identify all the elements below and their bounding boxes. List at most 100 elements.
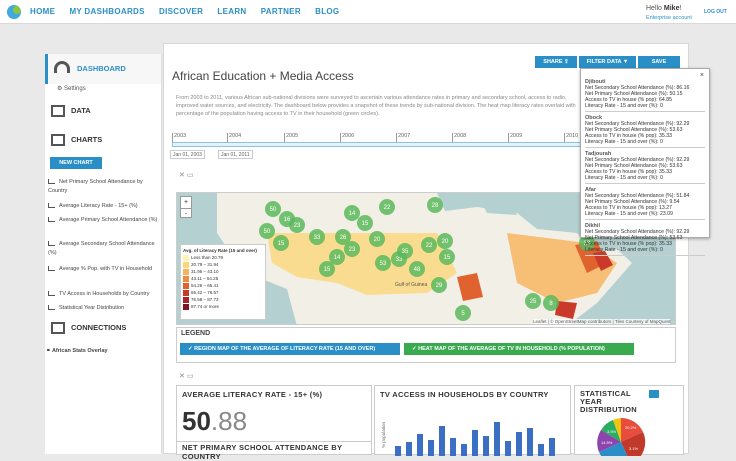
cluster-count: 14 — [334, 255, 341, 261]
filter-data-button[interactable]: FILTER DATA ▼ — [579, 56, 636, 68]
cluster-count: 22 — [426, 243, 433, 249]
cluster-count: 23 — [294, 223, 301, 229]
tv-cluster-marker[interactable]: 15 — [439, 249, 455, 265]
date-from-input[interactable]: Jan 01, 2003 — [170, 150, 205, 159]
user-name[interactable]: Mike — [664, 5, 680, 12]
nav-discover[interactable]: DISCOVER — [159, 7, 203, 16]
tv-bar[interactable] — [483, 436, 489, 456]
tv-cluster-marker[interactable]: 15 — [273, 235, 289, 251]
tv-bar[interactable] — [538, 444, 544, 456]
screen-icon[interactable]: ▭ — [187, 373, 194, 380]
tv-cluster-marker[interactable]: 26 — [335, 229, 351, 245]
tv-cluster-marker[interactable]: 35 — [397, 243, 413, 259]
tv-bar-chart: % population — [381, 421, 555, 456]
sidebar-item-settings[interactable]: ⚙ Settings — [57, 85, 86, 92]
legend-swatch — [183, 303, 189, 310]
zoom-control: + - — [180, 196, 192, 218]
tv-bar[interactable] — [494, 422, 500, 456]
tv-cluster-marker[interactable]: 15 — [319, 261, 335, 277]
logo-icon[interactable] — [7, 5, 21, 19]
tv-bar[interactable] — [516, 432, 522, 456]
legend-region-map-toggle[interactable]: ✓ REGION MAP OF THE AVERAGE OF LITERACY … — [180, 343, 400, 355]
tv-bar[interactable] — [417, 434, 423, 456]
tv-bar[interactable] — [527, 428, 533, 456]
sidebar-item-overlay[interactable]: ⚭ African Stats Overlay — [46, 347, 158, 356]
tv-bar[interactable] — [461, 444, 467, 456]
chart-item[interactable]: Statistical Year Distribution — [48, 304, 160, 313]
tv-cluster-marker[interactable]: 20 — [437, 233, 453, 249]
share-button[interactable]: SHARE ⇪ — [535, 56, 577, 68]
line-chart-icon — [48, 203, 55, 209]
cluster-count: 35 — [402, 249, 409, 255]
tv-cluster-marker[interactable]: 14 — [344, 205, 360, 221]
new-chart-button[interactable]: NEW CHART — [50, 157, 102, 169]
popup-entry: Afar Net Secondary School Attendance (%):… — [585, 187, 705, 220]
netprim-panel: NET PRIMARY SCHOOL ATTENDANCE BY COUNTRY — [176, 441, 372, 461]
sidebar-item-dashboard[interactable]: DASHBOARD — [45, 54, 161, 84]
nav-home[interactable]: HOME — [30, 7, 55, 16]
tv-cluster-marker[interactable]: 20 — [369, 231, 385, 247]
tv-cluster-marker[interactable]: 53 — [375, 255, 391, 271]
timeline-year: 2004 — [227, 133, 241, 142]
tv-cluster-marker[interactable]: 22 — [421, 237, 437, 253]
map-attribution[interactable]: Leaflet | © OpenStreetMap contributors |… — [533, 319, 671, 324]
date-to-input[interactable]: Jan 01, 2011 — [218, 150, 253, 159]
chart-item-label: Average % Pop. with TV in Household — [59, 266, 153, 272]
tv-cluster-marker[interactable]: 50 — [259, 223, 275, 239]
close-icon[interactable]: × — [700, 72, 704, 79]
cluster-count: 33 — [314, 235, 321, 241]
tv-bar[interactable] — [395, 446, 401, 456]
connections-icon — [51, 322, 65, 334]
zoom-out-button[interactable]: - — [181, 208, 191, 220]
chart-item[interactable]: Average Primary School Attendance (%) — [48, 216, 160, 225]
literacy-panel-title: AVERAGE LITERACY RATE - 15+ (%) — [182, 390, 323, 399]
overlay-label: African Stats Overlay — [51, 348, 108, 354]
close-icon[interactable]: ✕ — [179, 172, 185, 179]
screen-icon[interactable]: ▭ — [187, 172, 194, 179]
cluster-count: 15 — [362, 221, 369, 227]
nav-learn[interactable]: LEARN — [217, 7, 246, 16]
tv-bar[interactable] — [450, 438, 456, 456]
nav-partner[interactable]: PARTNER — [261, 7, 301, 16]
save-button[interactable]: SAVE — [638, 56, 680, 68]
chart-item[interactable]: Average % Pop. with TV in Household — [48, 265, 160, 274]
chart-item-label: TV Access in Households by Country — [59, 291, 150, 297]
tv-cluster-marker[interactable]: 29 — [431, 277, 447, 293]
sidebar-item-connections[interactable]: CONNECTIONS — [51, 322, 126, 334]
legend-swatch — [183, 282, 189, 289]
sidebar-item-charts[interactable]: CHARTS — [51, 134, 102, 146]
tv-cluster-marker[interactable]: 5 — [455, 305, 471, 321]
tv-cluster-marker[interactable]: 15 — [357, 215, 373, 231]
legend-label: 76.58 – 87.73 — [191, 297, 219, 302]
sidebar-item-data[interactable]: DATA — [51, 105, 91, 117]
tv-cluster-marker[interactable]: 28 — [427, 197, 443, 213]
account-type[interactable]: Enterprise account — [646, 15, 692, 21]
zoom-in-button[interactable]: + — [181, 197, 191, 208]
chart-item[interactable]: Net Primary School Attendance by Country — [48, 178, 160, 196]
chart-item-label: Statistical Year Distribution — [59, 305, 125, 311]
gulf-label: Gulf of Guinea — [395, 282, 427, 288]
chart-item[interactable]: Average Secondary School Attendance (%) — [48, 240, 160, 258]
chart-item[interactable]: TV Access in Households by Country — [48, 290, 160, 299]
chart-item-label: Average Secondary School Attendance (%) — [48, 241, 155, 256]
nav-blog[interactable]: BLOG — [315, 7, 339, 16]
popup-stat-line: Literacy Rate - 15 and over (%): 0 — [585, 175, 663, 181]
logout-link[interactable]: LOG OUT — [704, 9, 727, 15]
tv-bar[interactable] — [472, 430, 478, 456]
legend-heat-map-toggle[interactable]: ✓ HEAT MAP OF THE AVERAGE OF TV IN HOUSE… — [404, 343, 634, 355]
nav-my-dashboards[interactable]: MY DASHBOARDS — [69, 7, 144, 16]
tv-cluster-marker[interactable]: 23 — [289, 217, 305, 233]
tv-cluster-marker[interactable]: 50 — [265, 201, 281, 217]
tv-cluster-marker[interactable]: 48 — [409, 261, 425, 277]
tv-bar[interactable] — [439, 426, 445, 456]
tv-cluster-marker[interactable]: 33 — [309, 229, 325, 245]
popup-entry: Obock Net Secondary School Attendance (%)… — [585, 115, 705, 148]
close-icon[interactable]: ✕ — [179, 373, 185, 380]
tv-bar[interactable] — [549, 438, 555, 456]
tv-cluster-marker[interactable]: 8 — [543, 295, 559, 311]
tv-cluster-marker[interactable]: 22 — [379, 199, 395, 215]
tv-cluster-marker[interactable]: 25 — [525, 293, 541, 309]
map-legend-item: 54.26 – 65.41 — [183, 282, 263, 289]
chart-item[interactable]: Average Literacy Rate - 15+ (%) — [48, 202, 160, 211]
cluster-count: 50 — [270, 207, 277, 213]
